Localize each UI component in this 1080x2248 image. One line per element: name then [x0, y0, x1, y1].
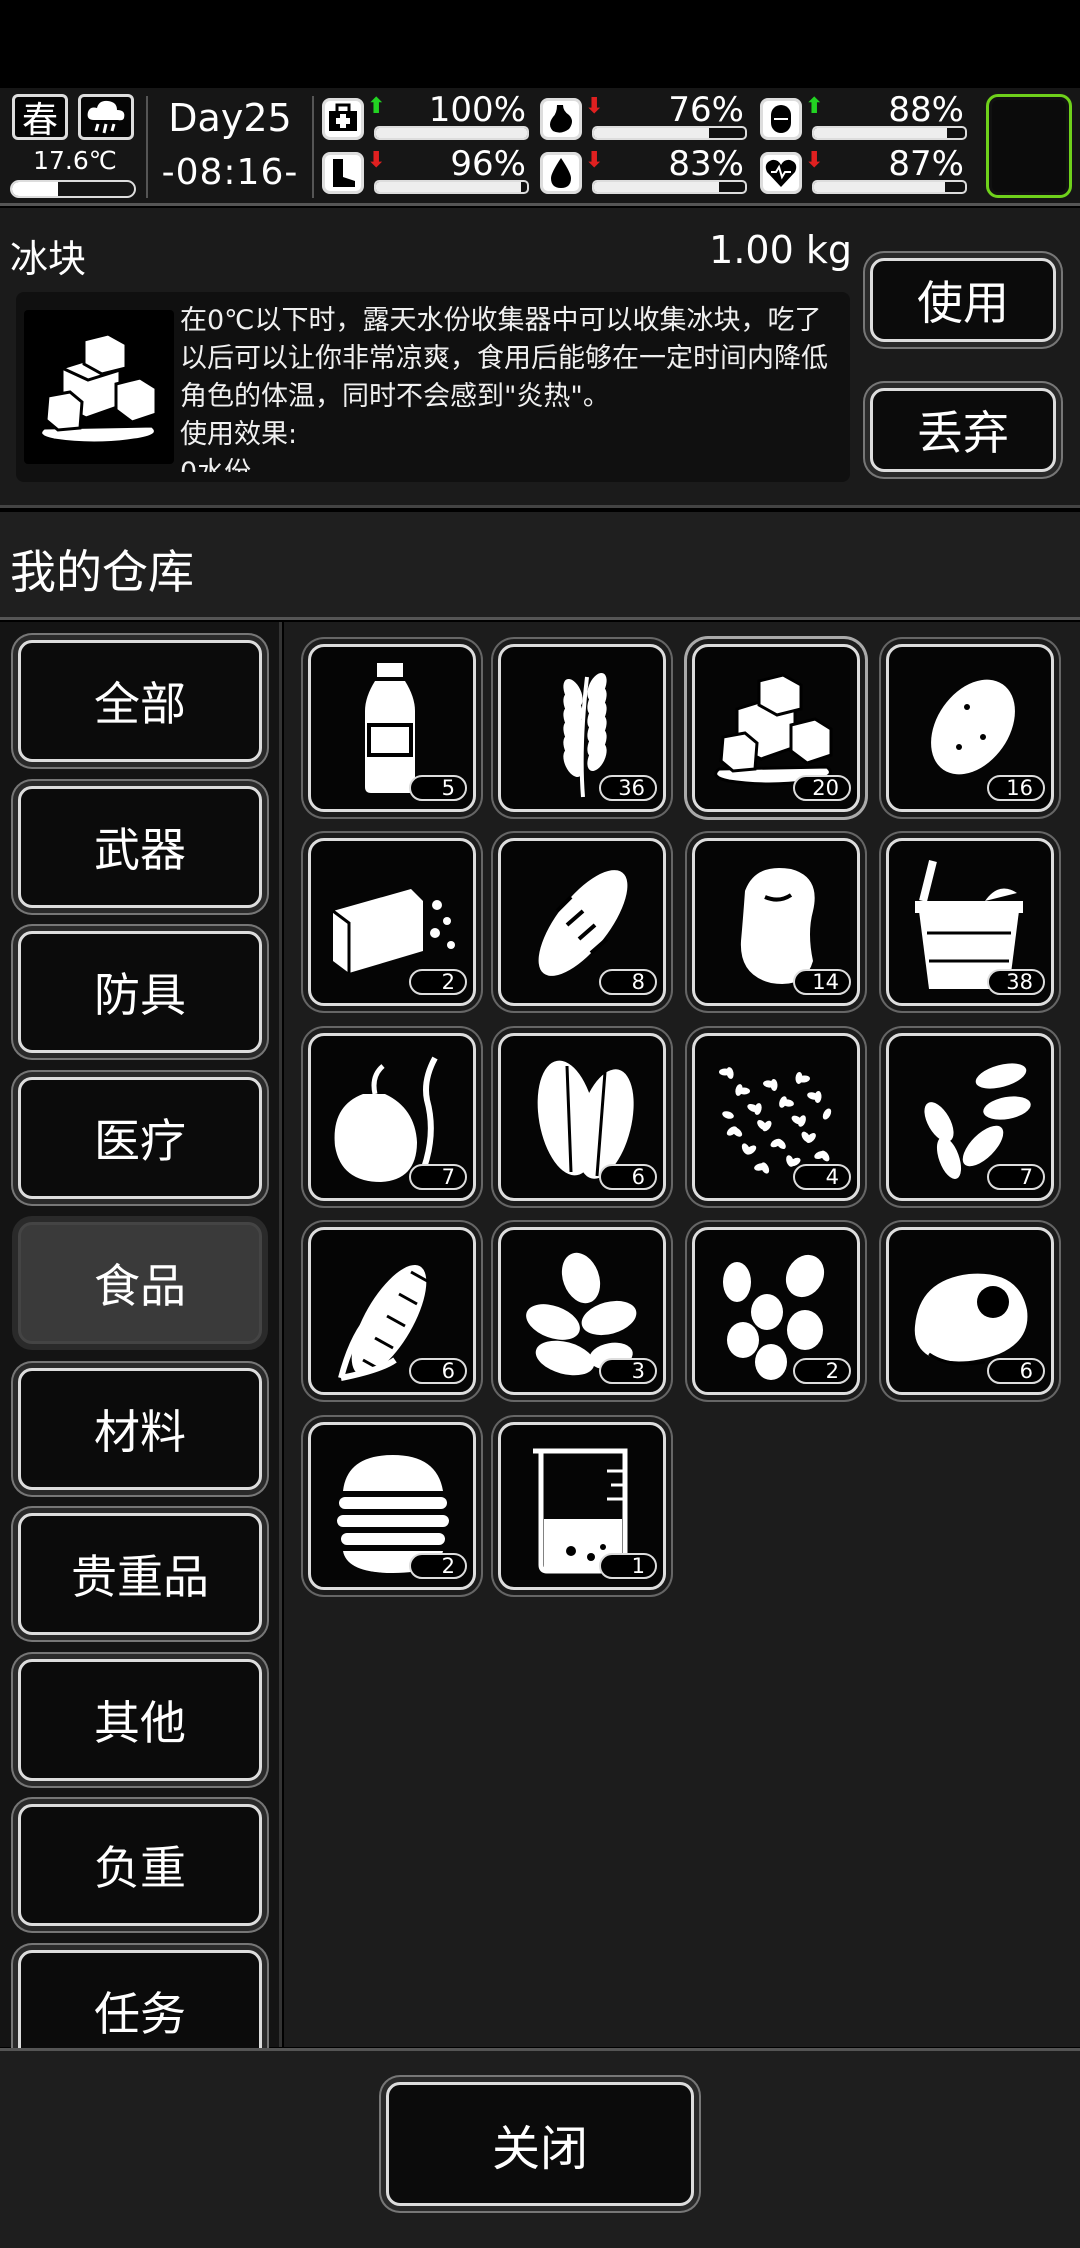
category-tab[interactable]: 医疗 — [18, 1076, 262, 1199]
item-quantity: 7 — [987, 1164, 1045, 1190]
stat-value: 76% — [668, 90, 744, 130]
clock: -08:16- — [161, 152, 299, 193]
inventory-slot[interactable]: 3 — [498, 1227, 666, 1395]
inventory-slot[interactable]: 20 — [692, 644, 860, 812]
rain-cloud-icon — [78, 94, 134, 140]
category-tab[interactable]: 材料 — [18, 1367, 262, 1490]
close-button[interactable]: 关闭 — [386, 2082, 694, 2206]
trend-up-icon: ⬆ — [805, 94, 824, 119]
inventory-slot[interactable]: 38 — [886, 838, 1054, 1006]
effect-label: 使用效果: — [180, 419, 298, 450]
item-description: 在0℃以下时，露天水份收集器中可以收集冰块，吃了以后可以让你非常凉爽，食用后能够… — [180, 302, 840, 472]
water-drop-icon — [540, 152, 582, 194]
inventory-slot[interactable]: 7 — [886, 1033, 1054, 1201]
discard-button[interactable]: 丢弃 — [870, 388, 1056, 472]
inventory-slot[interactable]: 6 — [886, 1227, 1054, 1395]
inventory-slot[interactable]: 8 — [498, 838, 666, 1006]
stat-bar — [592, 126, 747, 140]
stomach-icon — [540, 98, 582, 140]
trend-up-icon: ⬆ — [367, 94, 386, 119]
item-quantity: 2 — [409, 969, 467, 995]
stat-bar — [374, 180, 529, 194]
boot-icon — [322, 152, 364, 194]
stat-value: 87% — [888, 144, 964, 184]
item-quantity: 38 — [987, 969, 1045, 995]
effect-text: 0水份 — [180, 454, 840, 472]
description-text: 在0℃以下时，露天水份收集器中可以收集冰块，吃了以后可以让你非常凉爽，食用后能够… — [180, 305, 828, 412]
category-tab[interactable]: 全部 — [18, 640, 262, 762]
stat-value: 96% — [450, 144, 526, 184]
inventory-slot[interactable]: 2 — [308, 1422, 476, 1590]
item-quantity: 6 — [599, 1164, 657, 1190]
item-quantity: 6 — [409, 1358, 467, 1384]
inventory-slot[interactable]: 7 — [308, 1033, 476, 1201]
item-quantity: 4 — [793, 1164, 851, 1190]
stat-bar — [374, 126, 529, 140]
inventory-slot[interactable]: 1 — [498, 1422, 666, 1590]
inventory-slot[interactable]: 2 — [692, 1227, 860, 1395]
stat-bar — [812, 180, 967, 194]
inventory-slot[interactable]: 6 — [498, 1033, 666, 1201]
inventory-slot[interactable]: 2 — [308, 838, 476, 1006]
trend-down-icon: ⬇ — [585, 94, 604, 119]
item-quantity: 7 — [409, 1164, 467, 1190]
stat-bar — [592, 180, 747, 194]
inventory-slot[interactable]: 16 — [886, 644, 1054, 812]
heart-icon — [760, 152, 802, 194]
category-tab[interactable]: 贵重品 — [18, 1513, 262, 1635]
inventory-slot[interactable]: 36 — [498, 644, 666, 812]
item-name: 冰块 — [10, 237, 87, 281]
item-weight: 1.00 kg — [709, 228, 852, 272]
item-quantity: 3 — [599, 1358, 657, 1384]
item-quantity: 6 — [987, 1358, 1045, 1384]
stat-bar — [812, 126, 967, 140]
ice-cube-icon — [24, 310, 174, 464]
inventory-slot[interactable]: 14 — [692, 838, 860, 1006]
inventory-slot[interactable]: 4 — [692, 1033, 860, 1201]
category-tab[interactable]: 食品 — [18, 1222, 262, 1344]
item-quantity: 1 — [599, 1553, 657, 1579]
system-status-bar — [0, 0, 1080, 88]
item-quantity: 20 — [793, 775, 851, 801]
item-quantity: 2 — [793, 1358, 851, 1384]
stat-value: 100% — [428, 90, 526, 130]
use-button[interactable]: 使用 — [870, 258, 1056, 342]
season-badge: 春 — [12, 94, 68, 141]
inventory-slot[interactable]: 5 — [308, 644, 476, 812]
item-quantity: 5 — [409, 775, 467, 801]
category-tab[interactable]: 武器 — [18, 785, 262, 908]
inventory-slot[interactable]: 6 — [308, 1227, 476, 1395]
health-icon — [322, 98, 364, 140]
item-quantity: 8 — [599, 969, 657, 995]
trend-down-icon: ⬇ — [585, 148, 604, 173]
capsule-icon — [760, 98, 802, 140]
divider — [146, 96, 148, 198]
category-tab[interactable]: 负重 — [18, 1804, 262, 1926]
item-quantity: 36 — [599, 775, 657, 801]
category-tab[interactable]: 防具 — [18, 931, 262, 1053]
item-quantity: 16 — [987, 775, 1045, 801]
temperature-readout: 17.6℃ — [33, 146, 117, 175]
item-quantity: 14 — [793, 969, 851, 995]
item-quantity: 2 — [409, 1553, 467, 1579]
trend-down-icon: ⬇ — [367, 148, 386, 173]
equipped-slot[interactable] — [986, 94, 1072, 198]
divider — [312, 96, 314, 198]
warehouse-title: 我的仓库 — [10, 545, 194, 599]
day-counter: Day25 — [168, 96, 292, 140]
stat-value: 88% — [888, 90, 964, 130]
category-tab[interactable]: 其他 — [18, 1658, 262, 1781]
stat-value: 83% — [668, 144, 744, 184]
trend-down-icon: ⬇ — [805, 148, 824, 173]
thermometer-bar — [10, 180, 136, 198]
